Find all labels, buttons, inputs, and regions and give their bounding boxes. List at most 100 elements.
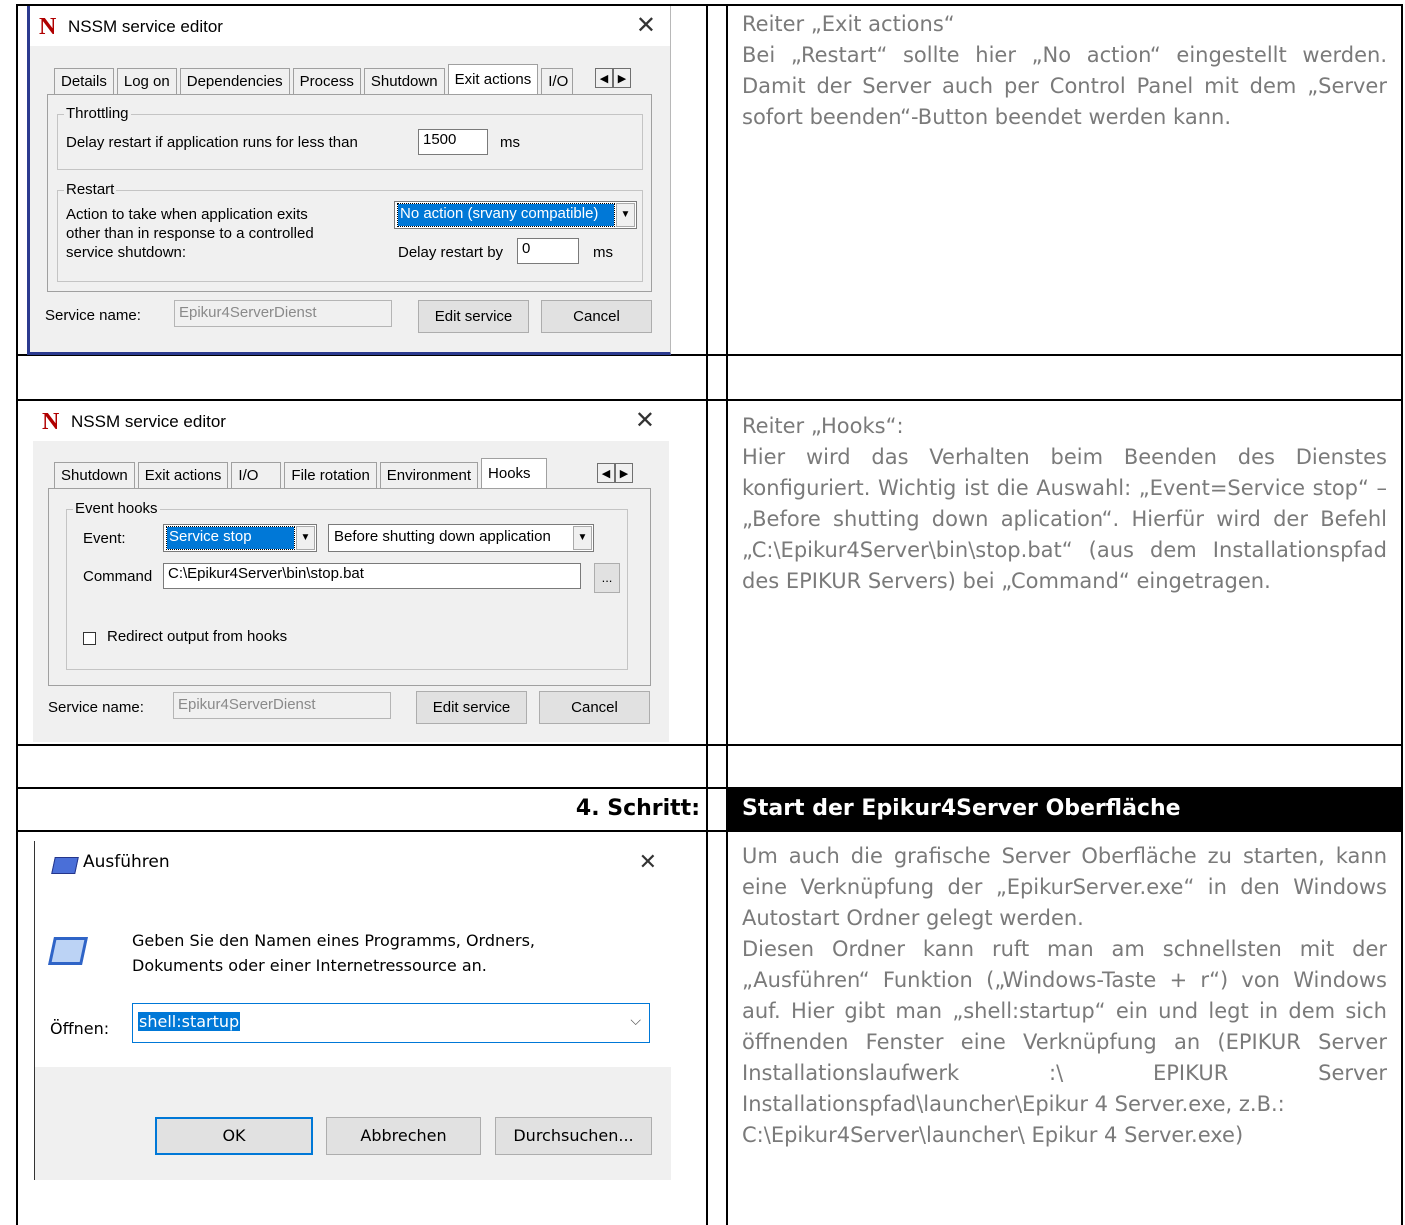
delay-restart-unit: ms	[593, 244, 613, 261]
service-name-label: Service name:	[45, 307, 141, 324]
command-label: Command	[83, 568, 153, 585]
description-heading: Reiter „Hooks“:	[742, 414, 904, 438]
description-text: C:\Epikur4Server\launcher\ Epikur 4 Serv…	[742, 1123, 1244, 1147]
delay-unit: ms	[500, 134, 520, 151]
window-titlebar: N NSSM service editor ✕	[30, 6, 670, 46]
table-col-divider	[726, 4, 728, 1225]
service-name-input: Epikur4ServerDienst	[173, 692, 391, 719]
chevron-down-icon[interactable]: ▼	[573, 526, 592, 550]
tab-shutdown[interactable]: Shutdown	[363, 68, 445, 94]
open-label: Öffnen:	[50, 1019, 110, 1038]
run-prompt: Geben Sie den Namen eines Programms, Ord…	[132, 931, 535, 975]
exit-actions-description: Reiter „Exit actions“ Bei „Restart“ soll…	[742, 9, 1387, 133]
scroll-left-icon[interactable]: ◀	[597, 463, 615, 483]
nssm-window-exit-actions: N NSSM service editor ✕ Details Log on D…	[27, 6, 671, 355]
tab-panel: Throttling Delay restart if application …	[47, 94, 652, 292]
tab-exit-actions[interactable]: Exit actions	[137, 462, 229, 488]
tab-details[interactable]: Details	[54, 68, 114, 94]
tab-environment[interactable]: Environment	[379, 462, 479, 488]
redirect-output-checkbox[interactable]	[83, 632, 96, 645]
delay-restart-input[interactable]: 0	[517, 238, 579, 264]
ok-button[interactable]: OK	[155, 1117, 313, 1155]
close-icon[interactable]: ✕	[636, 11, 656, 39]
scroll-right-icon[interactable]: ▶	[613, 68, 631, 88]
command-input[interactable]: C:\Epikur4Server\bin\stop.bat	[163, 563, 581, 589]
description-heading: Reiter „Exit actions“	[742, 12, 955, 36]
description-text: Diesen Ordner kann ruft man am schnellst…	[742, 937, 1387, 1116]
run-program-icon	[48, 937, 88, 965]
description-text: Bei „Restart“ sollte hier „No action“ ei…	[742, 43, 1387, 129]
scroll-right-icon[interactable]: ▶	[615, 463, 633, 483]
restart-action-select[interactable]: No action (srvany compatible) ▼	[394, 201, 637, 229]
event-timing-value: Before shutting down application	[334, 528, 551, 545]
description-text: Um auch die grafische Server Oberfläche …	[742, 844, 1387, 930]
event-label: Event:	[83, 530, 126, 547]
run-icon	[51, 857, 79, 874]
hooks-description: Reiter „Hooks“: Hier wird das Verhalten …	[742, 411, 1387, 597]
run-button-bar: OK Abbrechen Durchsuchen...	[35, 1067, 671, 1180]
redirect-output-label: Redirect output from hooks	[107, 628, 288, 645]
cancel-button[interactable]: Cancel	[539, 691, 650, 724]
tab-io[interactable]: I/O	[541, 68, 574, 94]
tab-shutdown[interactable]: Shutdown	[54, 462, 135, 488]
close-icon[interactable]: ✕	[635, 406, 655, 434]
tab-process[interactable]: Process	[292, 68, 361, 94]
browse-button[interactable]: Durchsuchen...	[495, 1117, 652, 1155]
event-hooks-group: Event hooks Event: Service stop ▼ Before…	[66, 500, 628, 670]
event-select[interactable]: Service stop ▼	[163, 524, 317, 552]
step-heading-bar: Start der Epikur4Server Oberfläche	[728, 789, 1401, 830]
run-dialog: Ausführen ✕ Geben Sie den Namen eines Pr…	[34, 841, 671, 1180]
chevron-down-icon[interactable]: ▼	[296, 526, 315, 550]
tab-dependencies[interactable]: Dependencies	[179, 68, 290, 94]
edit-service-button[interactable]: Edit service	[416, 691, 527, 724]
startup-description: Um auch die grafische Server Oberfläche …	[742, 841, 1387, 1151]
tab-file-rotation[interactable]: File rotation	[284, 462, 377, 488]
tab-log-on[interactable]: Log on	[116, 68, 177, 94]
action-description: Action to take when application exits ot…	[66, 206, 314, 261]
open-input[interactable]: shell:startup ⌵	[132, 1003, 650, 1043]
table-col-divider	[706, 4, 708, 1225]
tab-exit-actions[interactable]: Exit actions	[447, 64, 539, 95]
nssm-window-hooks: N NSSM service editor ✕ Shutdown Exit ac…	[33, 401, 669, 742]
restart-group: Restart Action to take when application …	[57, 181, 643, 282]
table-border-left	[16, 4, 18, 1225]
nssm-logo-icon: N	[42, 409, 60, 435]
scroll-left-icon[interactable]: ◀	[595, 68, 613, 88]
description-text: Hier wird das Verhalten beim Beenden des…	[742, 445, 1387, 593]
window-title: Ausführen	[83, 852, 170, 872]
tab-scroll-buttons: ◀ ▶	[595, 68, 631, 88]
window-title: NSSM service editor	[68, 17, 223, 36]
tab-hooks[interactable]: Hooks	[481, 458, 548, 489]
chevron-down-icon[interactable]: ⌵	[630, 1013, 641, 1029]
tab-strip: Details Log on Dependencies Process Shut…	[54, 64, 576, 95]
table-line	[16, 830, 1403, 832]
delay-label: Delay restart if application runs for le…	[66, 134, 358, 151]
throttling-group: Throttling Delay restart if application …	[57, 105, 643, 170]
table-line	[16, 744, 1403, 746]
window-title: NSSM service editor	[71, 412, 226, 431]
delay-restart-label: Delay restart by	[398, 244, 504, 261]
browse-button[interactable]: ...	[594, 563, 620, 593]
tab-scroll-buttons: ◀ ▶	[597, 463, 633, 483]
window-titlebar: N NSSM service editor ✕	[33, 401, 669, 441]
throttle-delay-input[interactable]: 1500	[418, 129, 488, 155]
restart-action-value: No action (srvany compatible)	[397, 203, 615, 227]
nssm-logo-icon: N	[39, 14, 57, 40]
chevron-down-icon[interactable]: ▼	[616, 203, 635, 227]
event-timing-select[interactable]: Before shutting down application ▼	[328, 524, 594, 552]
edit-service-button[interactable]: Edit service	[418, 300, 529, 333]
event-value: Service stop	[166, 526, 295, 550]
step-heading: Start der Epikur4Server Oberfläche	[742, 796, 1181, 821]
tab-strip: Shutdown Exit actions I/O File rotation …	[54, 458, 550, 489]
open-input-value: shell:startup	[138, 1012, 241, 1031]
cancel-button[interactable]: Cancel	[541, 300, 652, 333]
tab-io[interactable]: I/O	[231, 462, 282, 488]
tab-panel: Event hooks Event: Service stop ▼ Before…	[48, 488, 651, 686]
table-border-right	[1401, 4, 1403, 1225]
throttling-label: Throttling	[64, 105, 131, 122]
cancel-button[interactable]: Abbrechen	[326, 1117, 481, 1155]
close-icon[interactable]: ✕	[639, 850, 657, 875]
service-name-label: Service name:	[48, 699, 144, 716]
restart-label: Restart	[64, 181, 117, 198]
event-hooks-label: Event hooks	[73, 500, 160, 517]
